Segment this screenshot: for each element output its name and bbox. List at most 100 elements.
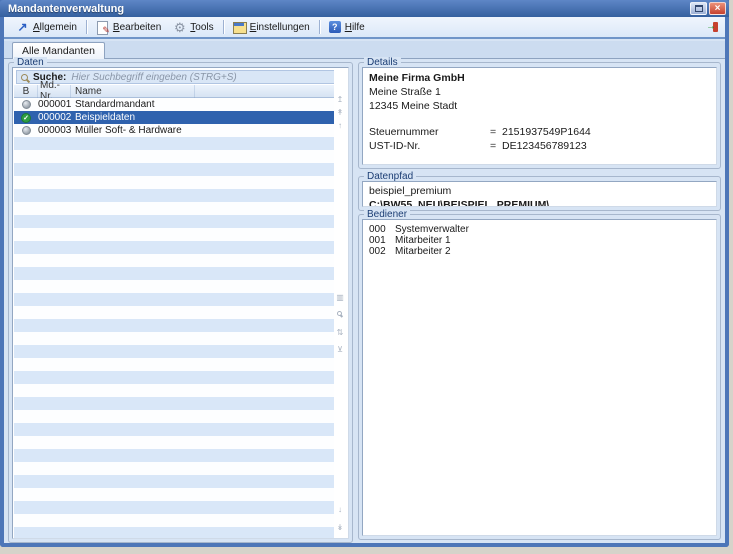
table-row-empty[interactable] (14, 449, 339, 462)
toolbar-button-hilfe[interactable]: ? Hilfe (323, 19, 371, 35)
globe-icon (22, 126, 31, 135)
arrow-up-right-icon (16, 21, 29, 34)
table-row-empty[interactable] (14, 267, 339, 280)
datenpfad-panel: beispiel_premium C:\BW55_NEU\BEISPIEL_PR… (362, 181, 717, 207)
bediener-row[interactable]: 000Systemverwalter (369, 224, 716, 235)
table-row-empty[interactable] (14, 306, 339, 319)
toolbar-button-label: Einstellungen (250, 22, 310, 33)
table-row-empty[interactable] (14, 176, 339, 189)
datenpfad-groupbox: Datenpfad beispiel_premium C:\BW55_NEU\B… (358, 176, 721, 211)
detail-field-separator: = (490, 141, 502, 152)
table-row-empty[interactable] (14, 514, 339, 527)
table-row-empty[interactable] (14, 319, 339, 332)
help-icon: ? (329, 21, 341, 33)
bediener-groupbox: Bediener 000Systemverwalter001Mitarbeite… (358, 214, 721, 540)
table-row-empty[interactable] (14, 241, 339, 254)
table-row-empty[interactable] (14, 332, 339, 345)
table-row-empty[interactable] (14, 280, 339, 293)
table-row[interactable]: 000001Standardmandant (14, 98, 339, 111)
row-status-cell (14, 126, 38, 135)
table-row[interactable]: 000003Müller Soft- & Hardware (14, 124, 339, 137)
table-row-empty[interactable] (14, 488, 339, 501)
page-up-icon[interactable]: ↟ (334, 108, 346, 117)
check-icon: ✓ (21, 113, 31, 123)
table-row-empty[interactable] (14, 410, 339, 423)
restore-button[interactable] (690, 2, 707, 15)
table-row-empty[interactable] (14, 228, 339, 241)
search-input[interactable]: Hier Suchbegriff eingeben (STRG+S) (71, 72, 236, 83)
table-row-empty[interactable] (14, 475, 339, 488)
toolbar-separator (319, 20, 320, 34)
table-navigator: ↥↟↑▥⇅⊻↓↡↧ (334, 68, 346, 538)
row-status-cell: ✓ (14, 113, 38, 123)
company-name: Meine Firma GmbH (369, 73, 716, 84)
close-button[interactable]: × (709, 2, 726, 15)
page-down-icon[interactable]: ↡ (334, 523, 346, 532)
table-row-empty[interactable] (14, 527, 339, 538)
table-row-empty[interactable] (14, 397, 339, 410)
table-row-empty[interactable] (14, 423, 339, 436)
detail-field-value: DE123456789123 (502, 141, 587, 152)
gear-icon (173, 21, 186, 34)
daten-panel: Suche: Hier Suchbegriff eingeben (STRG+S… (12, 67, 349, 539)
go-first-icon[interactable]: ↥ (334, 95, 346, 104)
table-row-empty[interactable] (14, 254, 339, 267)
table-row-empty[interactable] (14, 462, 339, 475)
toolbar-button-tools[interactable]: Tools (167, 19, 219, 36)
go-previous-icon[interactable]: ↑ (334, 121, 346, 130)
content-area: Daten Suche: Hier Suchbegriff eingeben (… (4, 59, 725, 543)
exit-icon[interactable] (706, 21, 719, 34)
bediener-panel: 000Systemverwalter001Mitarbeiter 1002Mit… (362, 219, 717, 536)
table-header[interactable]: B Md.-Nr. Name (14, 85, 339, 98)
search-icon[interactable] (337, 311, 342, 316)
table-row-empty[interactable] (14, 215, 339, 228)
table-row-empty[interactable] (14, 202, 339, 215)
table-row-empty[interactable] (14, 371, 339, 384)
table-row-empty[interactable] (14, 150, 339, 163)
company-street: Meine Straße 1 (369, 87, 716, 98)
detail-field-value: 2151937549P1644 (502, 127, 591, 138)
collapse-icon[interactable]: ⊻ (334, 345, 346, 354)
table-row-empty[interactable] (14, 436, 339, 449)
client-table: 000001Standardmandant✓000002Beispieldate… (14, 98, 339, 538)
table-row[interactable]: ✓000002Beispieldaten (14, 111, 339, 124)
app-window: Mandantenverwaltung × Allgemein Bearbeite… (0, 0, 729, 547)
sort-icon[interactable]: ⇅ (334, 328, 346, 337)
table-row-empty[interactable] (14, 189, 339, 202)
toolbar-separator (223, 20, 224, 34)
table-row-empty[interactable] (14, 137, 339, 150)
table-row-empty[interactable] (14, 163, 339, 176)
toolbar-separator (86, 20, 87, 34)
details-panel: Meine Firma GmbH Meine Straße 1 12345 Me… (362, 67, 717, 165)
toolbar-button-bearbeiten[interactable]: Bearbeiten (90, 19, 167, 36)
columns-icon[interactable]: ▥ (334, 293, 346, 302)
column-header-b[interactable]: B (14, 86, 38, 97)
table-row-empty[interactable] (14, 384, 339, 397)
details-groupbox: Details Meine Firma GmbH Meine Straße 1 … (358, 62, 721, 169)
globe-icon (22, 100, 31, 109)
bediener-row[interactable]: 001Mitarbeiter 1 (369, 235, 716, 246)
toolbar-button-label: Allgemein (33, 22, 77, 33)
detail-field-separator: = (490, 127, 502, 138)
toolbar: Allgemein Bearbeiten Tools Einstellungen? Hi… (4, 17, 725, 39)
table-row-empty[interactable] (14, 358, 339, 371)
column-header-name[interactable]: Name (71, 86, 195, 97)
table-row-empty[interactable] (14, 501, 339, 514)
toolbar-button-label: Bearbeiten (113, 22, 161, 33)
table-row-empty[interactable] (14, 345, 339, 358)
bediener-id: 001 (369, 235, 395, 246)
settings-window-icon (233, 21, 246, 34)
toolbar-button-allgemein[interactable]: Allgemein (10, 19, 83, 36)
data-folder-name: beispiel_premium (369, 186, 716, 197)
row-mdnr-cell: 000002 (38, 112, 71, 123)
row-status-cell (14, 100, 38, 109)
toolbar-button-label: Hilfe (345, 22, 365, 33)
table-row-empty[interactable] (14, 293, 339, 306)
detail-field-label: Steuernummer (369, 127, 490, 138)
toolbar-button-einstellungen[interactable]: Einstellungen (227, 19, 316, 36)
go-next-icon[interactable]: ↓ (334, 505, 346, 514)
row-mdnr-cell: 000001 (38, 99, 71, 110)
title-bar: Mandantenverwaltung × (0, 0, 729, 17)
bediener-name: Mitarbeiter 2 (395, 246, 451, 257)
bediener-row[interactable]: 002Mitarbeiter 2 (369, 246, 716, 257)
